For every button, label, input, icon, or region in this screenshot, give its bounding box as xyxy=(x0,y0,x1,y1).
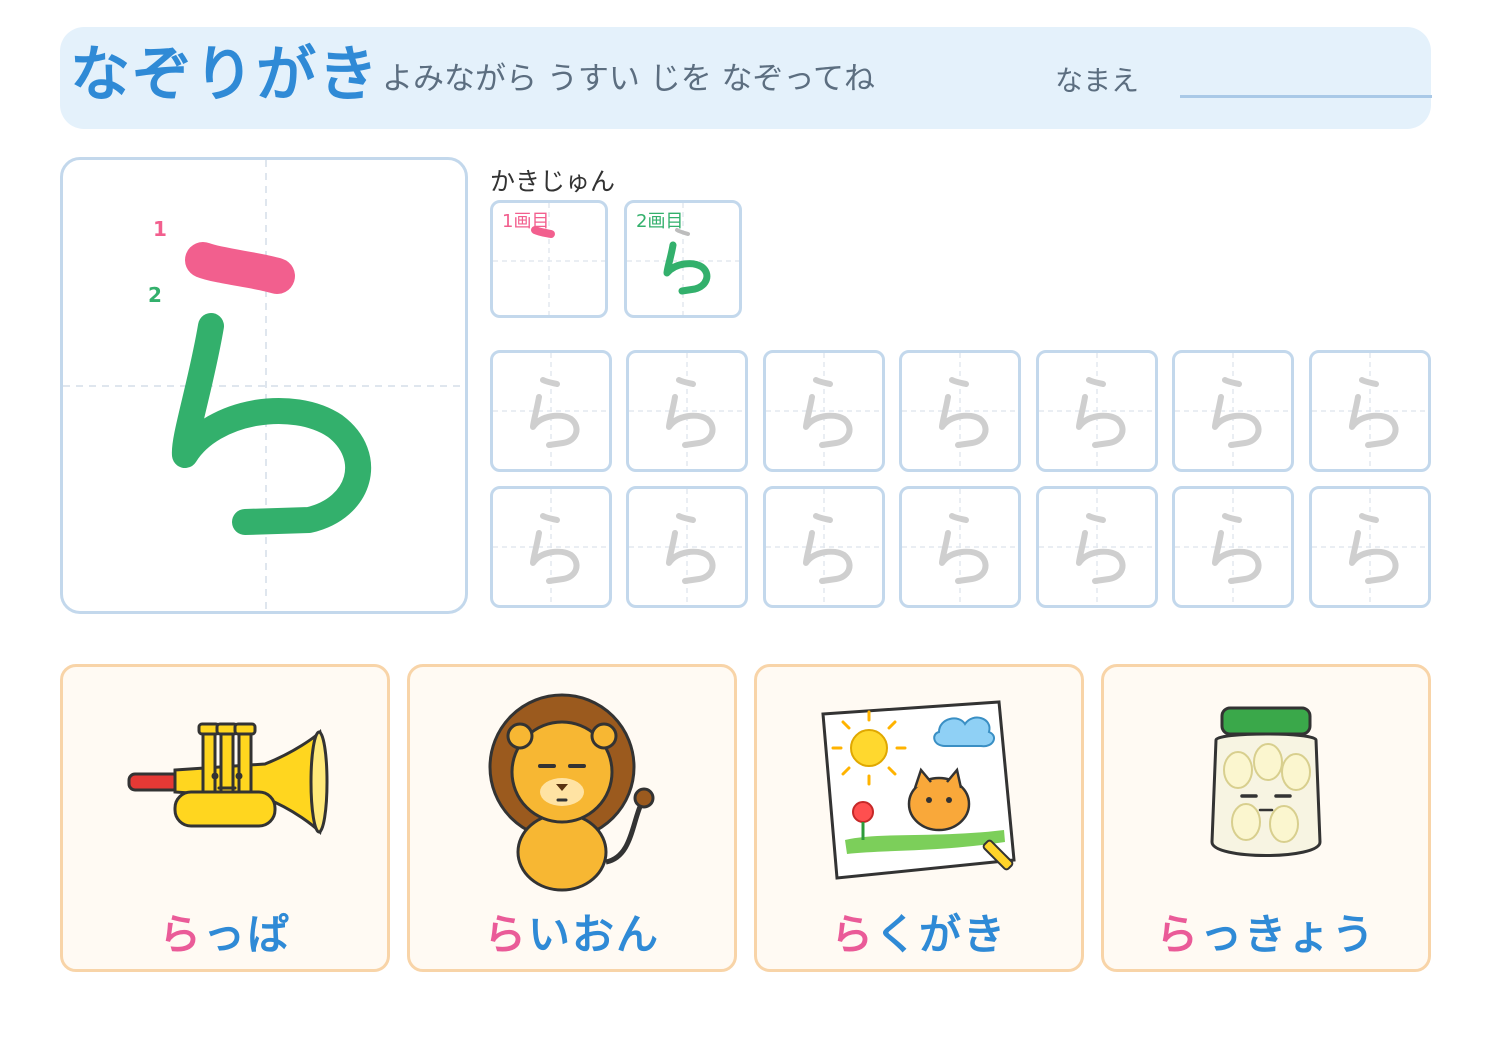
practice-cell[interactable] xyxy=(626,486,748,608)
trumpet-illustration xyxy=(127,722,329,835)
word-rakkyou: らっきょう xyxy=(1155,910,1377,959)
practice-cell[interactable] xyxy=(1036,486,1158,608)
stroke-order-step-1: 1画目 xyxy=(490,200,608,318)
practice-cell[interactable] xyxy=(626,350,748,472)
stroke-order-step-2-label: 2画目 xyxy=(636,211,684,232)
stroke-1 xyxy=(185,242,295,294)
trace-character-ra xyxy=(1312,353,1428,469)
pickled-shallot-jar-illustration xyxy=(1210,706,1322,857)
practice-cell[interactable] xyxy=(1309,486,1431,608)
trace-character-ra xyxy=(1039,353,1155,469)
practice-cell[interactable] xyxy=(1172,486,1294,608)
practice-cell[interactable] xyxy=(490,486,612,608)
practice-cell[interactable] xyxy=(1309,350,1431,472)
practice-cell[interactable] xyxy=(763,350,885,472)
practice-cell[interactable] xyxy=(1172,350,1294,472)
trace-character-ra xyxy=(902,353,1018,469)
trace-character-ra xyxy=(493,489,609,605)
practice-cell[interactable] xyxy=(899,486,1021,608)
trace-character-ra xyxy=(629,353,745,469)
worksheet-header: なぞりがき よみながら うすい じを なぞってね なまえ xyxy=(60,27,1432,129)
trace-character-ra xyxy=(629,489,745,605)
trace-character-ra xyxy=(493,353,609,469)
trace-character-ra xyxy=(902,489,1018,605)
practice-cell[interactable] xyxy=(1036,350,1158,472)
lion-illustration xyxy=(488,693,655,892)
trace-character-ra xyxy=(766,489,882,605)
word-card-rakkyou: らっきょう xyxy=(1101,664,1431,972)
practice-cell[interactable] xyxy=(899,350,1021,472)
word-card-rakugaki: らくがき xyxy=(754,664,1084,972)
word-raion: らいおん xyxy=(483,910,661,959)
word-rakugaki: らくがき xyxy=(830,910,1008,959)
trace-character-ra xyxy=(1312,489,1428,605)
stroke-order-step-2: 2画目 xyxy=(624,200,742,318)
stroke-number-2: 2 xyxy=(148,283,162,307)
scribble-drawing-illustration xyxy=(821,700,1016,880)
trace-character-ra xyxy=(766,353,882,469)
word-card-raion: らいおん xyxy=(407,664,737,972)
model-character-box: 1 2 xyxy=(60,157,468,614)
worksheet-title: なぞりがき xyxy=(70,40,380,110)
trace-character-ra xyxy=(1039,489,1155,605)
word-card-rappa: らっぱ xyxy=(60,664,390,972)
practice-cell[interactable] xyxy=(763,486,885,608)
stroke-order-step-1-label: 1画目 xyxy=(502,211,550,232)
name-write-line[interactable] xyxy=(1180,95,1432,98)
trace-character-ra xyxy=(1175,489,1291,605)
model-character-ra xyxy=(63,160,465,611)
stroke-number-1: 1 xyxy=(153,217,167,241)
practice-cell[interactable] xyxy=(490,350,612,472)
word-rappa: らっぱ xyxy=(158,910,292,959)
stroke-order-label: かきじゅん xyxy=(490,167,616,196)
name-label: なまえ xyxy=(1055,64,1140,97)
worksheet-instructions: よみながら うすい じを なぞってね xyxy=(382,61,876,97)
trace-character-ra xyxy=(1175,353,1291,469)
stroke-2 xyxy=(171,313,372,535)
